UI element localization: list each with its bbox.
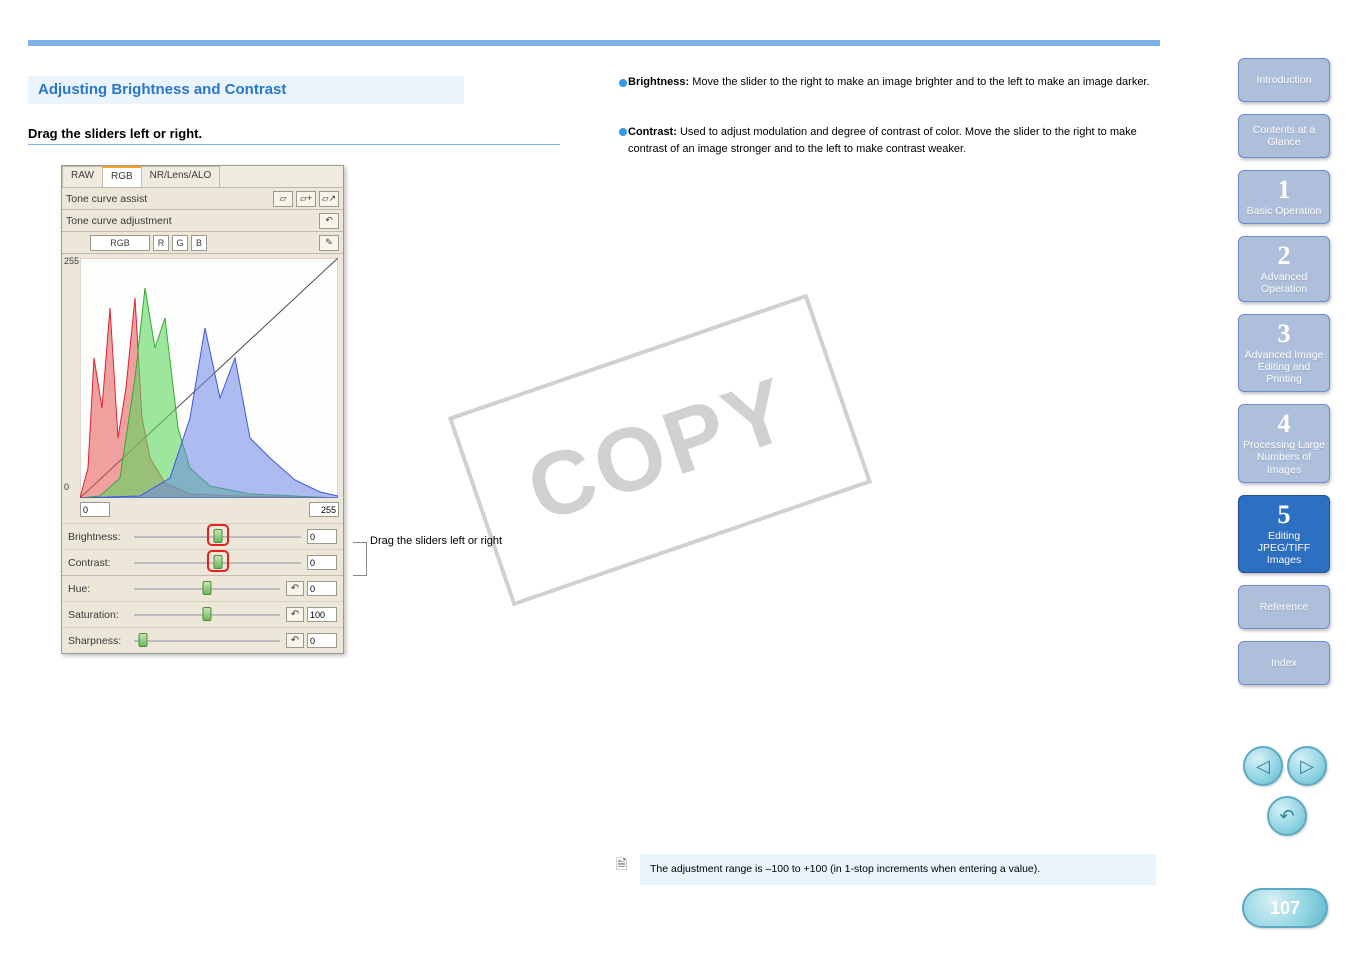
saturation-value-input[interactable] [307, 607, 337, 622]
rgb-tool-palette: RAW RGB NR/Lens/ALO Tone curve assist ▱ … [61, 165, 344, 654]
sharpness-value-input[interactable] [307, 633, 337, 648]
section-title: Adjusting Brightness and Contrast [28, 76, 464, 104]
tone-curve-adjust-label: Tone curve adjustment [66, 215, 316, 227]
hue-reset-button[interactable]: ↶ [286, 581, 304, 596]
histogram-range-row [62, 500, 343, 523]
hue-label: Hue: [68, 583, 128, 595]
chapter-sidebar: Introduction Contents at a Glance 1Basic… [1238, 58, 1330, 685]
contrast-value-input[interactable] [307, 555, 337, 570]
nav-index[interactable]: Index [1238, 641, 1330, 685]
contrast-slider[interactable] [134, 562, 301, 564]
brightness-slider[interactable] [134, 536, 301, 538]
range-note: The adjustment range is –100 to +100 (in… [640, 854, 1156, 885]
copy-watermark: COPY [448, 294, 872, 607]
nav-contents[interactable]: Contents at a Glance [1238, 114, 1330, 158]
brightness-label: Brightness: [68, 531, 128, 543]
prev-page-button[interactable]: ◁ [1243, 746, 1283, 786]
tone-curve-assist-label: Tone curve assist [66, 193, 270, 205]
undo-button[interactable]: ↶ [319, 213, 339, 229]
nav-chapter-1[interactable]: 1Basic Operation [1238, 170, 1330, 224]
assist-standard-button[interactable]: ▱ [273, 191, 293, 207]
sharpness-reset-button[interactable]: ↶ [286, 633, 304, 648]
sharpness-label: Sharpness: [68, 635, 128, 647]
tab-raw[interactable]: RAW [62, 166, 103, 187]
channel-g-button[interactable]: G [172, 235, 188, 251]
page-number: 107 [1242, 888, 1328, 928]
sharpness-knob[interactable] [138, 633, 147, 647]
tone-curve-adjust-row: Tone curve adjustment ↶ [62, 210, 343, 232]
saturation-row: Saturation: ↶ [62, 601, 343, 627]
brightness-description: Brightness: Move the slider to the right… [628, 74, 1158, 91]
top-accent-bar [28, 40, 1160, 46]
histogram-chart [80, 258, 338, 498]
back-button[interactable]: ↶ [1267, 796, 1307, 836]
hue-slider[interactable] [134, 588, 280, 590]
eyedropper-button[interactable]: ✎ [319, 235, 339, 251]
contrast-desc-text: Used to adjust modulation and degree of … [628, 126, 1137, 155]
channel-b-button[interactable]: B [191, 235, 207, 251]
contrast-row: Contrast: [62, 549, 343, 575]
sharpness-slider[interactable] [134, 640, 280, 642]
saturation-knob[interactable] [203, 607, 212, 621]
next-page-button[interactable]: ▷ [1287, 746, 1327, 786]
callout-label: Drag the sliders left or right [370, 534, 530, 549]
nav-chapter-3[interactable]: 3Advanced Image Editing and Printing [1238, 314, 1330, 392]
brightness-row: Brightness: [62, 523, 343, 549]
tab-rgb[interactable]: RGB [102, 166, 142, 187]
channel-row: RGB R G B ✎ [62, 232, 343, 254]
brightness-desc-text: Move the slider to the right to make an … [692, 76, 1149, 88]
tone-curve-assist-row: Tone curve assist ▱ ▱+ ▱↗ [62, 188, 343, 210]
subtitle-underline [28, 144, 560, 145]
contrast-description: Contrast: Used to adjust modulation and … [628, 124, 1158, 157]
assist-plus-button[interactable]: ▱+ [296, 191, 316, 207]
tab-bar: RAW RGB NR/Lens/ALO [62, 166, 343, 188]
hue-row: Hue: ↶ [62, 575, 343, 601]
brightness-knob[interactable] [213, 529, 222, 543]
callout-bracket-icon [353, 542, 367, 576]
hist-y-min: 0 [64, 482, 69, 492]
contrast-label: Contrast: [68, 557, 128, 569]
hist-y-max: 255 [64, 256, 79, 266]
brightness-value-input[interactable] [307, 529, 337, 544]
brightness-desc-label: Brightness: [628, 76, 689, 88]
histogram-area[interactable]: 255 0 [62, 254, 343, 500]
saturation-reset-button[interactable]: ↶ [286, 607, 304, 622]
contrast-knob[interactable] [213, 555, 222, 569]
nav-reference[interactable]: Reference [1238, 585, 1330, 629]
nav-introduction[interactable]: Introduction [1238, 58, 1330, 102]
contrast-desc-label: Contrast: [628, 126, 677, 138]
hist-min-input[interactable] [80, 502, 110, 517]
nav-chapter-4[interactable]: 4Processing Large Numbers of Images [1238, 404, 1330, 482]
bullet-icon [619, 128, 627, 136]
instruction-subtitle: Drag the sliders left or right. [28, 126, 202, 141]
hue-knob[interactable] [203, 581, 212, 595]
channel-rgb-button[interactable]: RGB [90, 235, 150, 251]
nav-chapter-5[interactable]: 5Editing JPEG/TIFF Images [1238, 495, 1330, 573]
channel-r-button[interactable]: R [153, 235, 169, 251]
page-nav-buttons: ◁ ▷ [1243, 746, 1327, 786]
hue-value-input[interactable] [307, 581, 337, 596]
assist-custom-button[interactable]: ▱↗ [319, 191, 339, 207]
saturation-label: Saturation: [68, 609, 128, 621]
bullet-icon [619, 79, 627, 87]
hist-max-input[interactable] [309, 502, 339, 517]
nav-chapter-2[interactable]: 2Advanced Operation [1238, 236, 1330, 302]
sharpness-row: Sharpness: ↶ [62, 627, 343, 653]
tab-nr-lens-alo[interactable]: NR/Lens/ALO [141, 166, 221, 187]
note-icon: 🗎 [616, 854, 632, 874]
saturation-slider[interactable] [134, 614, 280, 616]
